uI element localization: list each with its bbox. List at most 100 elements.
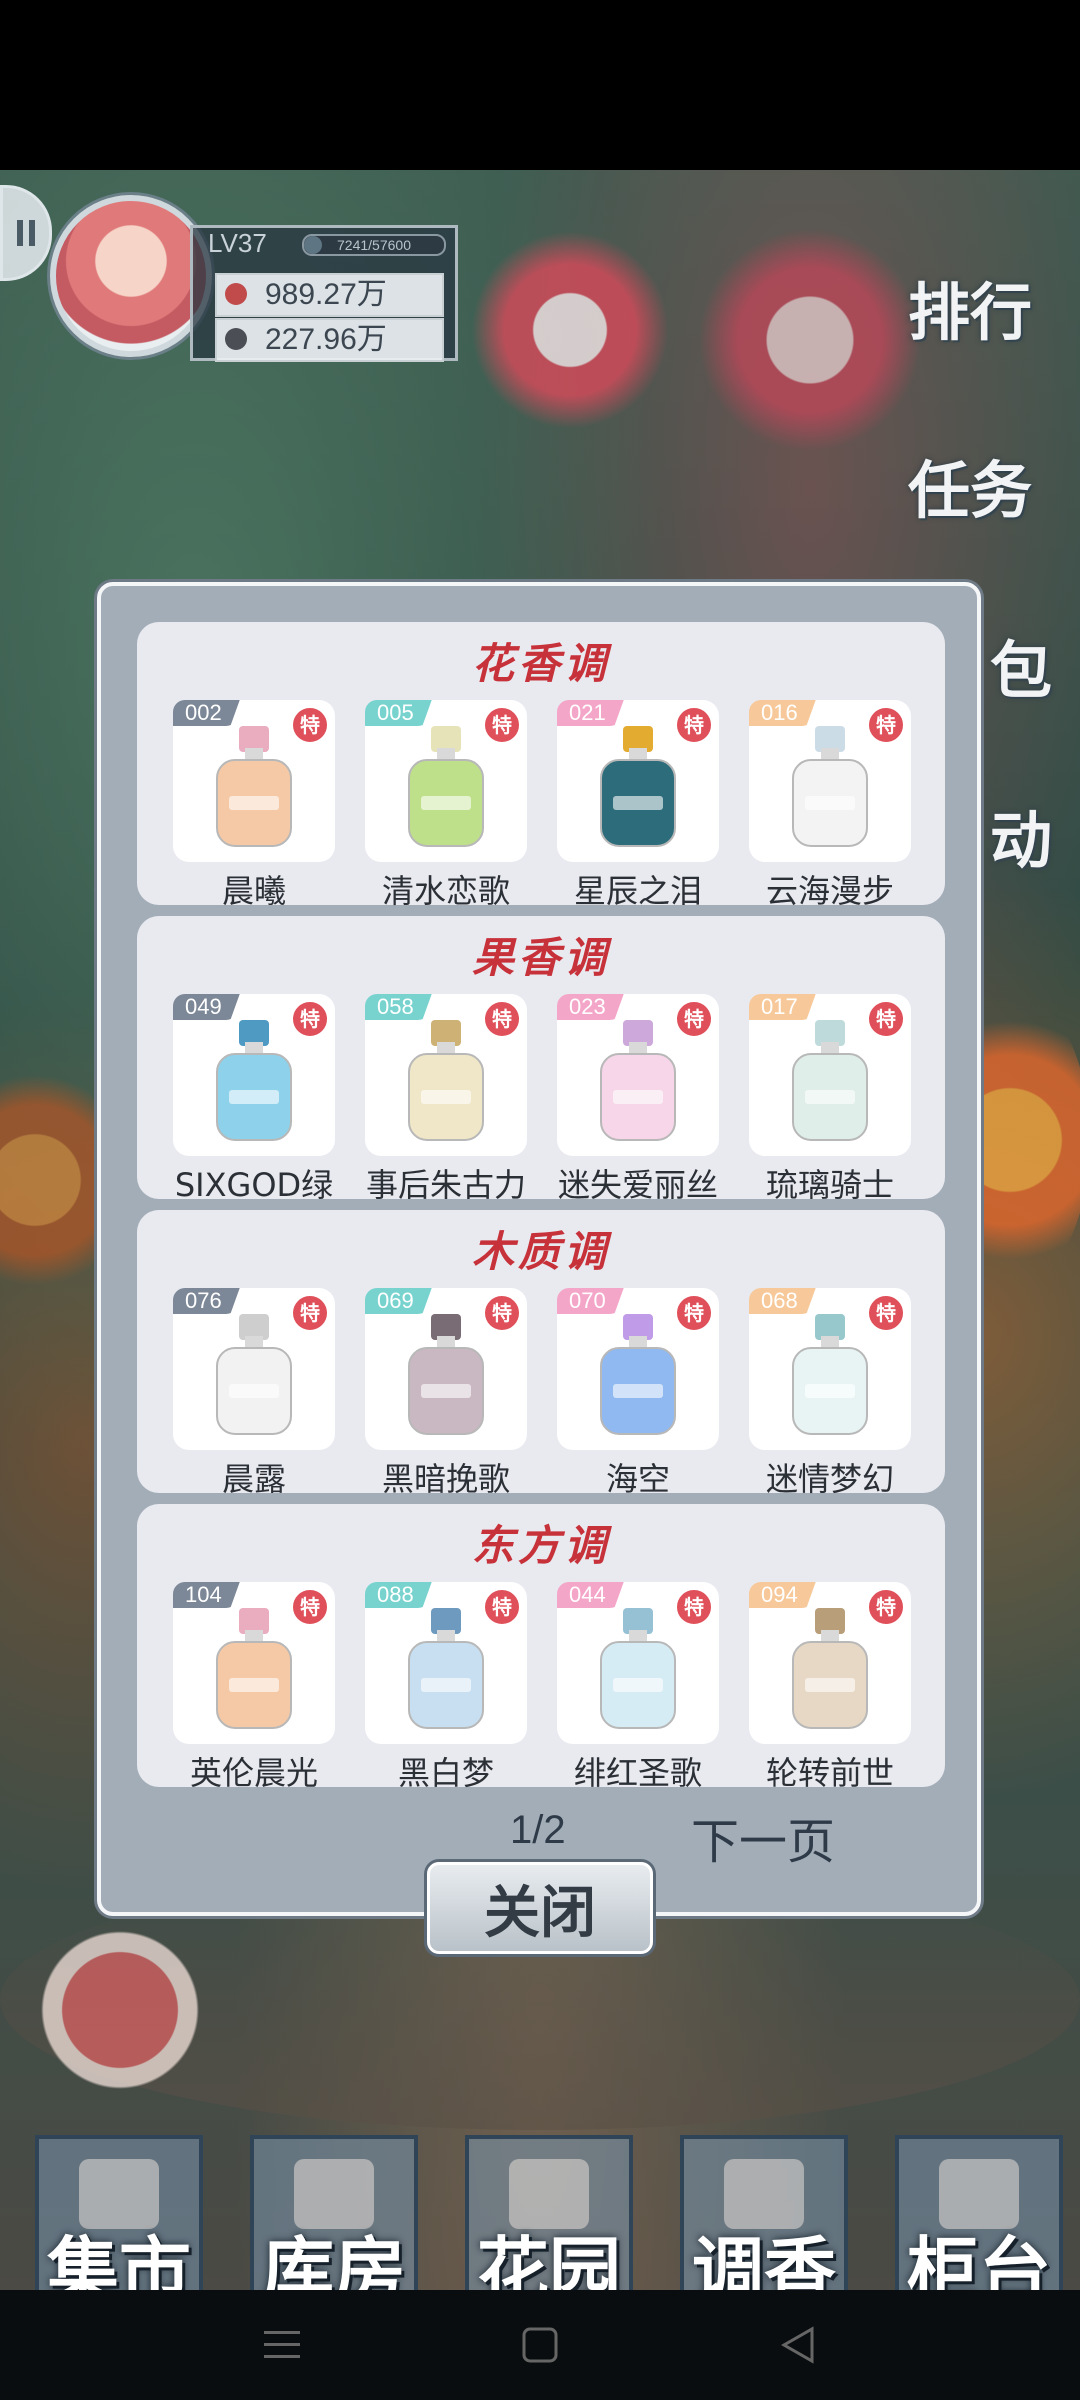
nav-counter-button[interactable]: 柜台 — [895, 2135, 1063, 2313]
perfume-card[interactable]: 049 特 — [173, 994, 335, 1156]
perfume-name: 晨曦 — [221, 872, 286, 910]
perfume-card[interactable]: 016 特 — [749, 700, 911, 862]
perfume-name: 黑白梦 — [397, 1754, 494, 1792]
section-title: 果香调 — [471, 933, 610, 982]
nav-garden-button[interactable]: 花园 — [465, 2135, 633, 2313]
perfume-number-tag: 088 — [365, 1582, 432, 1608]
dark-gem-icon — [225, 328, 247, 350]
close-button[interactable]: 关闭 — [427, 1862, 653, 1954]
special-badge: 特 — [483, 1000, 521, 1038]
perfume-name: 迷失爱丽丝 — [557, 1166, 718, 1204]
special-badge: 特 — [675, 706, 713, 744]
status-bar — [0, 0, 1080, 170]
special-badge: 特 — [867, 706, 905, 744]
perfume-name: 英伦晨光 — [189, 1754, 318, 1792]
currency-red-value: 989.27万 — [265, 278, 387, 311]
perfume-number-tag: 049 — [173, 994, 240, 1020]
perfume-card[interactable]: 017 特 — [749, 994, 911, 1156]
perfume-name: 清水恋歌 — [381, 872, 510, 910]
special-badge: 特 — [483, 1294, 521, 1332]
exp-text: 7241/57600 — [337, 237, 411, 253]
home-button[interactable] — [500, 2310, 580, 2380]
perfume-name: 迷情梦幻 — [765, 1460, 894, 1498]
section-title: 花香调 — [471, 639, 610, 688]
special-badge: 特 — [675, 1588, 713, 1626]
special-badge: 特 — [291, 1000, 329, 1038]
perfume-card[interactable]: 070 特 — [557, 1288, 719, 1450]
perfume-number-tag: 058 — [365, 994, 432, 1020]
exp-bar-fill — [304, 236, 322, 254]
perfume-card[interactable]: 088 特 — [365, 1582, 527, 1744]
perfume-name: SIXGOD绿 — [174, 1166, 334, 1204]
perfume-number-tag: 070 — [557, 1288, 624, 1314]
page-indicator: 1/2 — [510, 1808, 566, 1852]
perfume-name: 晨露 — [221, 1460, 286, 1498]
special-badge: 特 — [675, 1294, 713, 1332]
red-gem-icon — [225, 283, 247, 305]
section-title: 东方调 — [471, 1521, 610, 1570]
avatar[interactable] — [50, 195, 212, 357]
perfume-section: 东方调 104 特英伦晨光 088 特黑白梦 044 特绯红圣歌 094 特轮转前世 — [137, 1504, 945, 1792]
special-badge: 特 — [867, 1000, 905, 1038]
perfume-section: 果香调 049 特 SIXGOD绿 058 特事后朱古力 023 特迷失爱丽丝 017 特琉璃骑士 — [137, 916, 945, 1204]
perfume-number-tag: 021 — [557, 700, 624, 726]
perfume-card[interactable]: 005 特 — [365, 700, 527, 862]
special-badge: 特 — [291, 1588, 329, 1626]
perfume-number-tag: 002 — [173, 700, 240, 726]
special-badge: 特 — [867, 1588, 905, 1626]
section-title: 木质调 — [471, 1227, 610, 1276]
perfume-card[interactable]: 023 特 — [557, 994, 719, 1156]
exp-bar: 7241/57600 — [302, 234, 446, 256]
perfume-number-tag: 104 — [173, 1582, 240, 1608]
perfume-name: 轮转前世 — [765, 1754, 894, 1792]
side-button-bag[interactable]: 包 — [990, 620, 1080, 740]
perfume-name: 事后朱古力 — [365, 1166, 526, 1204]
perfume-collection-dialog: 花香调 002 特晨曦 005 特清水恋歌 021 特星辰之泪 016 特云海漫步 果香调 049 特… — [97, 582, 981, 1916]
perfume-number-tag: 068 — [749, 1288, 816, 1314]
perfume-name: 绯红圣歌 — [573, 1754, 702, 1792]
perfume-card[interactable]: 021 特 — [557, 700, 719, 862]
special-badge: 特 — [291, 706, 329, 744]
perfume-number-tag: 076 — [173, 1288, 240, 1314]
nav-storage-button[interactable]: 库房 — [250, 2135, 418, 2313]
side-button-tasks[interactable]: 任务 — [908, 440, 1078, 560]
perfume-name: 琉璃骑士 — [765, 1166, 894, 1204]
perfume-card[interactable]: 002 特 — [173, 700, 335, 862]
perfume-name: 黑暗挽歌 — [381, 1460, 510, 1498]
perfume-number-tag: 016 — [749, 700, 816, 726]
perfume-card[interactable]: 044 特 — [557, 1582, 719, 1744]
currency-dark: 227.96万 — [215, 318, 444, 362]
side-button-events[interactable]: 动 — [990, 790, 1080, 910]
back-button[interactable] — [758, 2310, 838, 2380]
player-profile: LV37 7241/57600 989.27万 227.96万 — [40, 190, 470, 370]
perfume-card[interactable]: 094 特 — [749, 1582, 911, 1744]
currency-dark-value: 227.96万 — [265, 323, 387, 356]
player-level: LV37 — [208, 228, 267, 258]
special-badge: 特 — [483, 1588, 521, 1626]
special-badge: 特 — [483, 706, 521, 744]
perfume-card[interactable]: 104 特 — [173, 1582, 335, 1744]
currency-red: 989.27万 — [215, 273, 444, 317]
perfume-number-tag: 017 — [749, 994, 816, 1020]
perfume-card[interactable]: 068 特 — [749, 1288, 911, 1450]
home-square-icon — [522, 2327, 558, 2363]
nav-market-button[interactable]: 集市 — [35, 2135, 203, 2313]
nav-perfumery-button[interactable]: 调香 — [680, 2135, 848, 2313]
perfume-card[interactable]: 069 特 — [365, 1288, 527, 1450]
recents-button[interactable] — [242, 2310, 322, 2380]
special-badge: 特 — [291, 1294, 329, 1332]
perfume-card[interactable]: 058 特 — [365, 994, 527, 1156]
next-page-button[interactable]: 下一页 — [691, 1802, 835, 1872]
special-badge: 特 — [675, 1000, 713, 1038]
perfume-card[interactable]: 076 特 — [173, 1288, 335, 1450]
perfume-section: 木质调 076 特晨露 069 特黑暗挽歌 070 特海空 068 特迷情梦幻 — [137, 1210, 945, 1498]
special-badge: 特 — [867, 1294, 905, 1332]
side-button-ranking[interactable]: 排行 — [908, 262, 1078, 382]
back-triangle-icon — [780, 2326, 814, 2364]
perfume-name: 海空 — [605, 1460, 670, 1498]
perfume-name: 星辰之泪 — [573, 872, 702, 910]
perfume-number-tag: 005 — [365, 700, 432, 726]
menu-icon — [264, 2331, 300, 2358]
perfume-name: 云海漫步 — [765, 872, 894, 910]
perfume-number-tag: 044 — [557, 1582, 624, 1608]
